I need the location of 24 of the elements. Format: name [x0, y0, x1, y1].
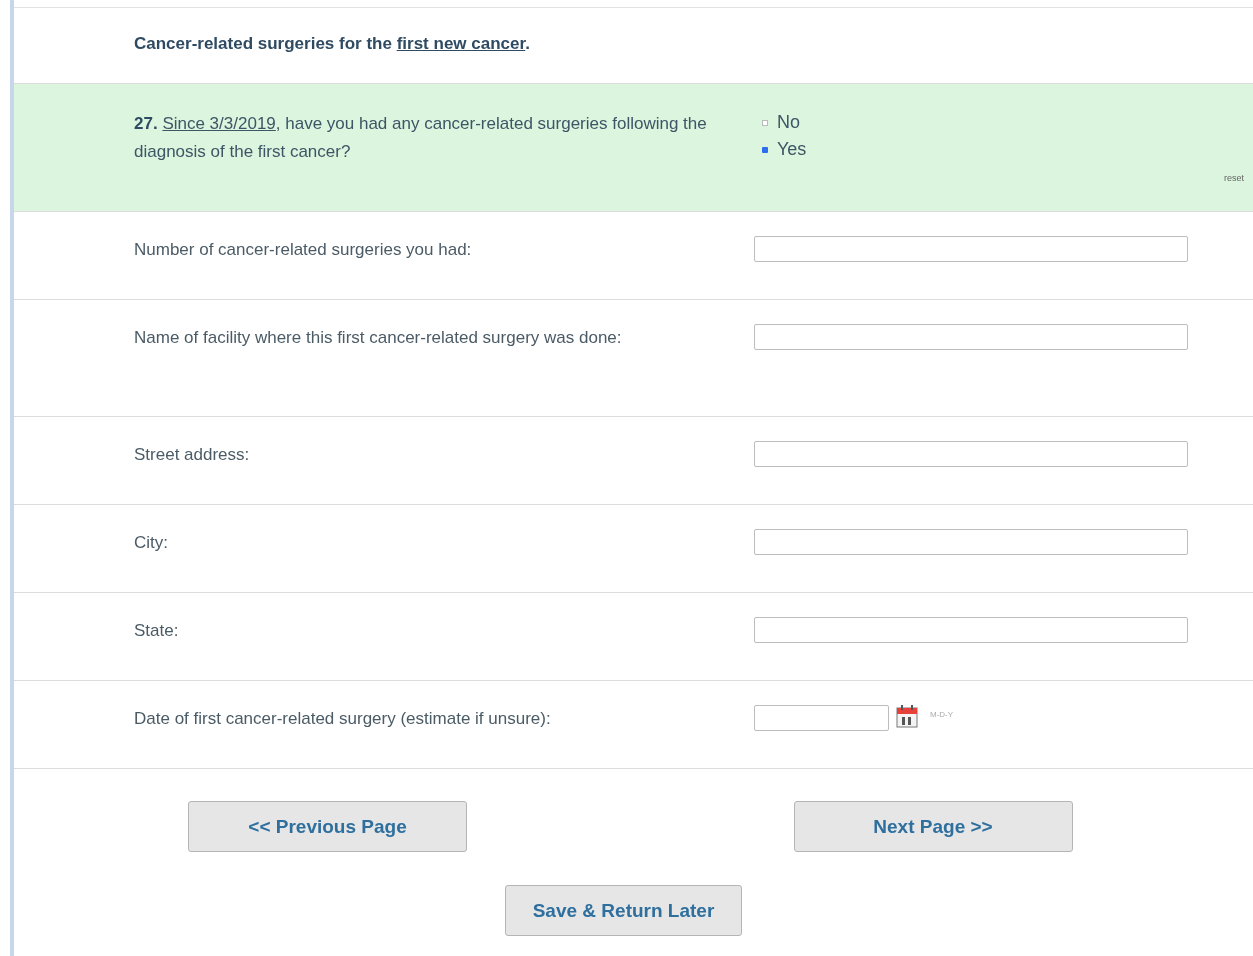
text-field[interactable]	[754, 441, 1188, 467]
text-field[interactable]	[754, 236, 1188, 262]
reset-link[interactable]: reset	[1224, 173, 1244, 183]
calendar-icon[interactable]	[896, 705, 918, 728]
radio-option[interactable]: Yes	[762, 139, 1253, 160]
date-format-hint: M-D-Y	[930, 710, 954, 719]
field-label: Street address:	[134, 444, 251, 466]
heading-link[interactable]: first new cancer	[396, 34, 526, 53]
radio-option[interactable]: No	[762, 112, 1253, 133]
text-field[interactable]	[754, 529, 1188, 555]
next-page-button[interactable]: Next Page >>	[793, 801, 1073, 852]
previous-page-button[interactable]: << Previous Page	[188, 801, 467, 852]
date-link[interactable]: Since 3/3/2019	[162, 114, 276, 133]
text-field[interactable]	[754, 324, 1188, 350]
field-label: City:	[134, 532, 169, 554]
field-label: State:	[134, 620, 180, 642]
save-return-button[interactable]: Save & Return Later	[505, 885, 742, 936]
text-field[interactable]	[754, 617, 1188, 643]
date-field[interactable]	[754, 705, 889, 731]
section-heading: Cancer-related surgeries for the first new cancer.	[134, 34, 531, 54]
field-label: Number of cancer-related surgeries you had:	[134, 239, 473, 261]
field-label: Name of facility where this first cancer-related surgery was done:	[134, 327, 623, 349]
field-label: Date of first cancer-related surgery (estimate if unsure):	[134, 708, 552, 730]
question-text: 27. Since 3/3/2019, have you had any cancer-related surgeries following the diagnosis of the first cancer?	[134, 113, 708, 163]
